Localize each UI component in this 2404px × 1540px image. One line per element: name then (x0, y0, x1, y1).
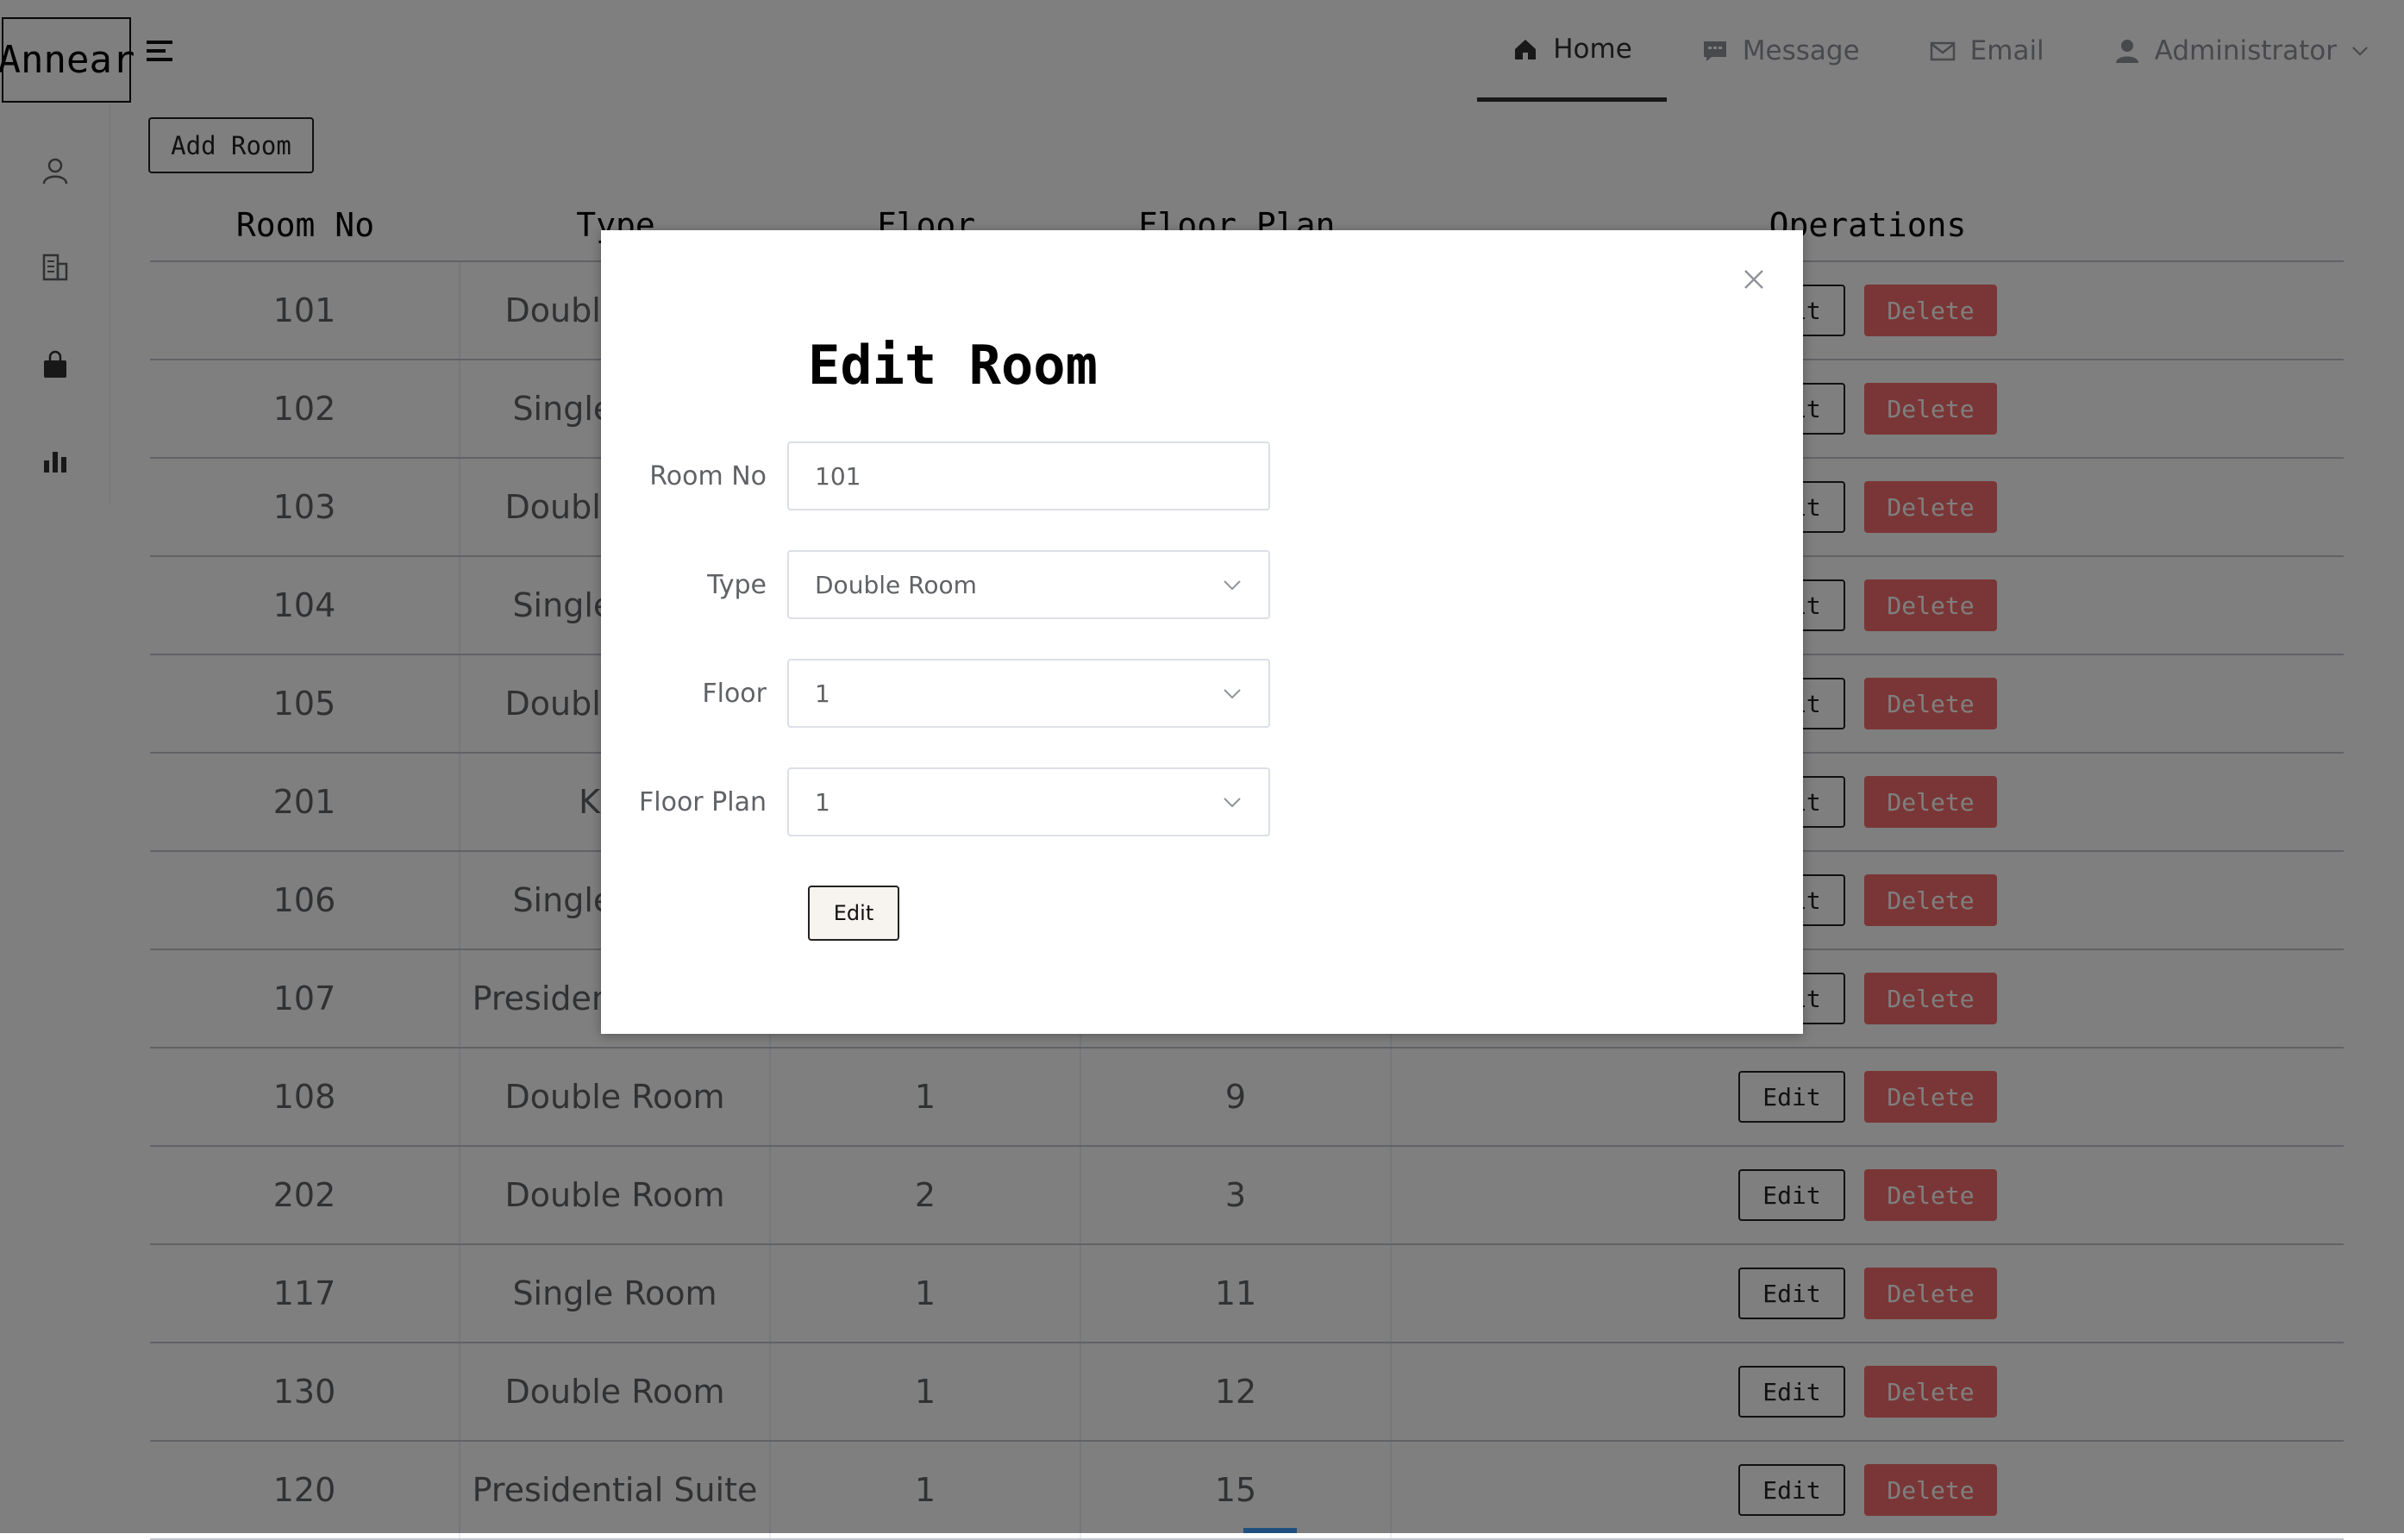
type-value: Double Room (815, 570, 977, 599)
form-row-room-no: Room No 101 (601, 441, 1270, 510)
room-no-label: Room No (649, 460, 767, 491)
type-label: Type (707, 569, 767, 600)
form-row-floor: Floor 1 (601, 659, 1270, 728)
chevron-down-icon (1224, 798, 1241, 808)
floor-plan-label: Floor Plan (639, 786, 767, 817)
floor-plan-value: 1 (815, 787, 830, 817)
form-row-type: Type Double Room (601, 550, 1270, 619)
chevron-down-icon (1224, 689, 1241, 699)
room-no-value: 101 (815, 461, 861, 491)
type-select[interactable]: Double Room (787, 550, 1270, 619)
floor-select[interactable]: 1 (787, 659, 1270, 728)
submit-edit-button[interactable]: Edit (808, 886, 899, 941)
room-no-input[interactable]: 101 (787, 441, 1270, 510)
close-icon[interactable] (1741, 266, 1767, 292)
edit-room-dialog: Edit Room Room No 101 Type Double Room F… (601, 230, 1803, 1034)
floor-label: Floor (702, 678, 767, 709)
form-row-floor-plan: Floor Plan 1 (601, 767, 1270, 836)
dialog-title: Edit Room (808, 334, 1098, 397)
floor-plan-select[interactable]: 1 (787, 767, 1270, 836)
chevron-down-icon (1224, 580, 1241, 591)
floor-value: 1 (815, 679, 830, 708)
